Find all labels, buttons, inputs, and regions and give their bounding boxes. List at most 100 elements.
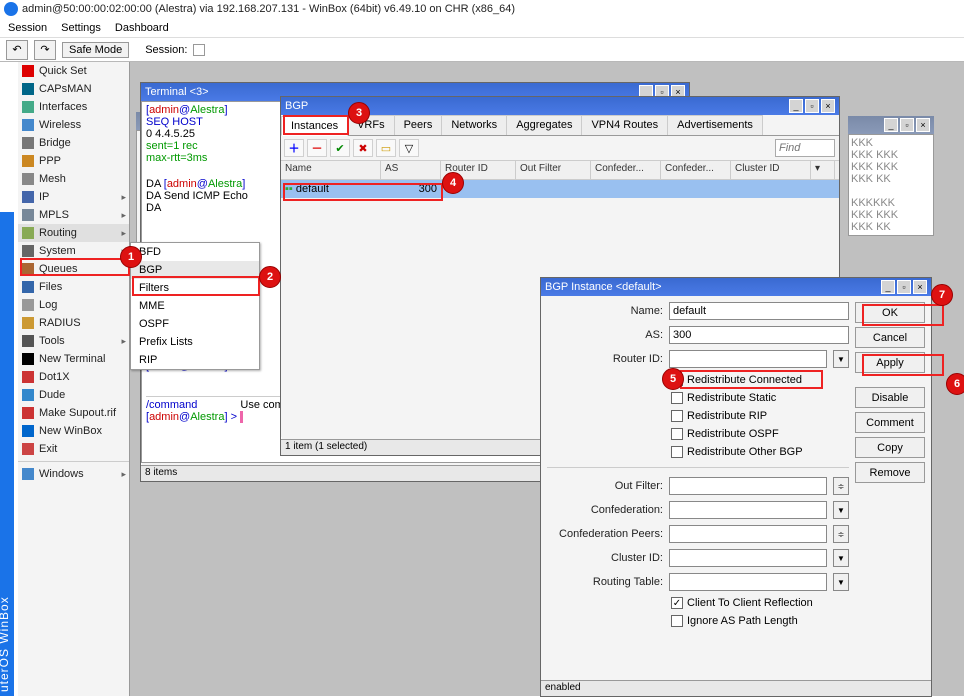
cluster-field[interactable] — [669, 549, 827, 567]
nav-new-winbox[interactable]: New WinBox — [18, 422, 129, 440]
find-input[interactable] — [775, 139, 835, 157]
client-to-client-check[interactable]: ✓Client To Client Reflection — [671, 597, 849, 609]
nav-dot1x[interactable]: Dot1X — [18, 368, 129, 386]
nav-ppp[interactable]: PPP — [18, 152, 129, 170]
routingtable-dropdown[interactable]: ▼ — [833, 573, 849, 591]
routerid-dropdown[interactable]: ▼ — [833, 350, 849, 368]
confedpeers-dropdown[interactable]: ≑ — [833, 525, 849, 543]
ignore-as-path-check[interactable]: Ignore AS Path Length — [671, 615, 849, 627]
mdi-workspace: Ro R # DA DA DA Terminal <3> _ ▫ × — [130, 62, 964, 696]
disable-button[interactable]: Disable — [855, 387, 925, 408]
col-menu[interactable]: ▾ — [811, 161, 835, 179]
minimize-icon[interactable]: _ — [881, 280, 895, 294]
cursor-icon — [240, 411, 243, 423]
nav-files[interactable]: Files — [18, 278, 129, 296]
submenu-bfd[interactable]: BFD — [131, 243, 259, 261]
remove-button[interactable]: － — [307, 139, 327, 157]
redistribute-connected-check[interactable]: ✓Redistribute Connected — [671, 374, 849, 386]
nav-log[interactable]: Log — [18, 296, 129, 314]
nav-wireless[interactable]: Wireless — [18, 116, 129, 134]
nav-exit[interactable]: Exit — [18, 440, 129, 458]
comment-button[interactable]: ▭ — [376, 139, 396, 157]
nav-mpls[interactable]: MPLS▸ — [18, 206, 129, 224]
nav-tools[interactable]: Tools▸ — [18, 332, 129, 350]
nav-new-terminal[interactable]: New Terminal — [18, 350, 129, 368]
cancel-button[interactable]: Cancel — [855, 327, 925, 348]
confed-field[interactable] — [669, 501, 827, 519]
nav-quick-set[interactable]: Quick Set — [18, 62, 129, 80]
submenu-filters[interactable]: Filters — [131, 279, 259, 297]
tab-peers[interactable]: Peers — [394, 115, 443, 135]
redo-button[interactable]: ↷ — [34, 40, 56, 60]
maximize-icon[interactable]: ▫ — [900, 118, 914, 132]
col-cluster[interactable]: Cluster ID — [731, 161, 811, 179]
session-checkbox[interactable] — [193, 44, 205, 56]
outfilter-field[interactable] — [669, 477, 827, 495]
col-outfilter[interactable]: Out Filter — [516, 161, 591, 179]
tab-instances[interactable]: Instances — [281, 116, 348, 136]
nav-mesh[interactable]: Mesh — [18, 170, 129, 188]
tab-aggregates[interactable]: Aggregates — [506, 115, 582, 135]
nav-make-supout[interactable]: Make Supout.rif — [18, 404, 129, 422]
nav-system[interactable]: System▸ — [18, 242, 129, 260]
nav-capsman[interactable]: CAPsMAN — [18, 80, 129, 98]
apply-button[interactable]: Apply — [855, 352, 925, 373]
menu-session[interactable]: Session — [8, 22, 47, 34]
disable-button[interactable]: ✖ — [353, 139, 373, 157]
col-name[interactable]: Name — [281, 161, 381, 179]
close-icon[interactable]: × — [821, 99, 835, 113]
submenu-mme[interactable]: MME — [131, 297, 259, 315]
maximize-icon[interactable]: ▫ — [805, 99, 819, 113]
redistribute-static-check[interactable]: Redistribute Static — [671, 392, 849, 404]
col-as[interactable]: AS — [381, 161, 441, 179]
tab-vpn4[interactable]: VPN4 Routes — [581, 115, 668, 135]
minimize-icon[interactable]: _ — [789, 99, 803, 113]
comment-button[interactable]: Comment — [855, 412, 925, 433]
safe-mode-button[interactable]: Safe Mode — [62, 42, 129, 58]
remove-button[interactable]: Remove — [855, 462, 925, 483]
minimize-icon[interactable]: _ — [884, 118, 898, 132]
bgp-row-default[interactable]: ▪▪ default 300 — [281, 180, 839, 198]
instance-title: BGP Instance <default> — [545, 281, 662, 293]
tab-networks[interactable]: Networks — [441, 115, 507, 135]
confed-dropdown[interactable]: ▼ — [833, 501, 849, 519]
confedpeers-field[interactable] — [669, 525, 827, 543]
cluster-label: Cluster ID: — [547, 552, 663, 564]
routingtable-field[interactable] — [669, 573, 827, 591]
menu-settings[interactable]: Settings — [61, 22, 101, 34]
nav-bridge[interactable]: Bridge — [18, 134, 129, 152]
add-button[interactable]: ＋ — [284, 139, 304, 157]
nav-dude[interactable]: Dude — [18, 386, 129, 404]
close-icon[interactable]: × — [913, 280, 927, 294]
submenu-prefix-lists[interactable]: Prefix Lists — [131, 333, 259, 351]
as-field[interactable] — [669, 326, 849, 344]
submenu-bgp[interactable]: BGP — [131, 261, 259, 279]
enable-button[interactable]: ✔ — [330, 139, 350, 157]
name-field[interactable] — [669, 302, 849, 320]
nav-queues[interactable]: Queues — [18, 260, 129, 278]
submenu-ospf[interactable]: OSPF — [131, 315, 259, 333]
nav-ip[interactable]: IP▸ — [18, 188, 129, 206]
ok-button[interactable]: OK — [855, 302, 925, 323]
cluster-dropdown[interactable]: ▼ — [833, 549, 849, 567]
redistribute-other-check[interactable]: Redistribute Other BGP — [671, 446, 849, 458]
routerid-field[interactable] — [669, 350, 827, 368]
col-confed2[interactable]: Confeder... — [661, 161, 731, 179]
col-confed1[interactable]: Confeder... — [591, 161, 661, 179]
filter-button[interactable]: ▽ — [399, 139, 419, 157]
nav-windows[interactable]: Windows▸ — [18, 465, 129, 483]
nav-interfaces[interactable]: Interfaces — [18, 98, 129, 116]
copy-button[interactable]: Copy — [855, 437, 925, 458]
instance-title-bar[interactable]: BGP Instance <default> _ ▫ × — [541, 278, 931, 296]
close-icon[interactable]: × — [916, 118, 930, 132]
nav-radius[interactable]: RADIUS — [18, 314, 129, 332]
tab-advertisements[interactable]: Advertisements — [667, 115, 763, 135]
undo-button[interactable]: ↶ — [6, 40, 28, 60]
nav-routing[interactable]: Routing▸ — [18, 224, 129, 242]
submenu-rip[interactable]: RIP — [131, 351, 259, 369]
maximize-icon[interactable]: ▫ — [897, 280, 911, 294]
redistribute-ospf-check[interactable]: Redistribute OSPF — [671, 428, 849, 440]
menu-dashboard[interactable]: Dashboard — [115, 22, 169, 34]
redistribute-rip-check[interactable]: Redistribute RIP — [671, 410, 849, 422]
outfilter-dropdown[interactable]: ≑ — [833, 477, 849, 495]
